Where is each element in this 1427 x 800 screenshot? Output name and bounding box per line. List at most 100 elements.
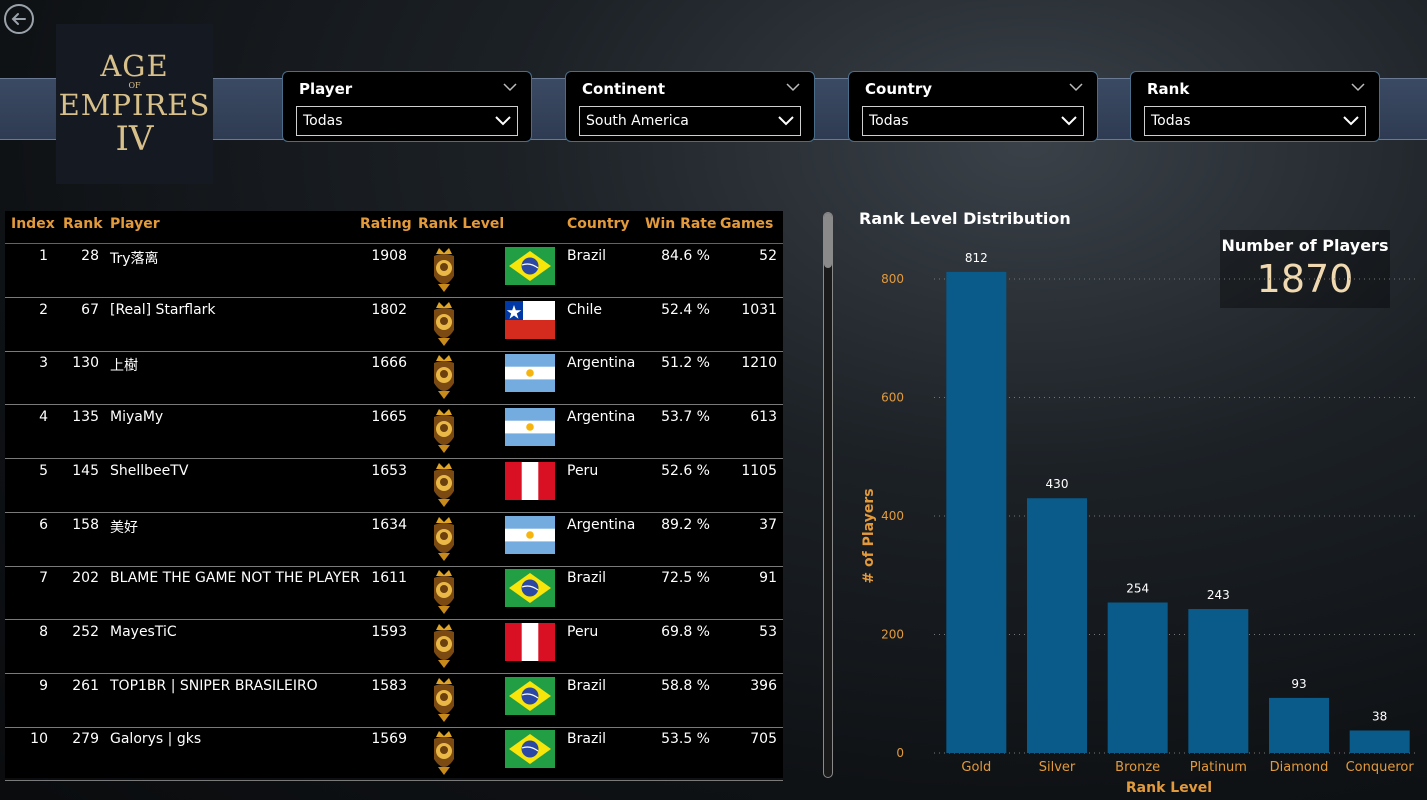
bar[interactable] <box>1188 609 1249 753</box>
bar[interactable] <box>1269 697 1329 753</box>
cell-rating: 1611 <box>371 570 407 587</box>
table-row[interactable]: 5 145 ShellbeeTV 1653 Peru 52.6 % 1105 <box>5 459 783 513</box>
cell-index: 10 <box>30 731 48 748</box>
data-label: 243 <box>1207 588 1230 602</box>
x-tick-label: Silver <box>1039 760 1076 775</box>
cell-player: 上樹 <box>110 358 138 375</box>
col-rank[interactable]: Rank <box>63 216 103 232</box>
x-tick-label: Platinum <box>1190 760 1247 775</box>
cell-rating: 1653 <box>371 462 407 479</box>
cell-index: 7 <box>39 570 48 587</box>
flag-brazil-icon <box>505 247 555 285</box>
cell-games: 37 <box>759 516 777 533</box>
cell-index: 9 <box>39 677 48 694</box>
cell-player: MayesTiC <box>110 623 177 640</box>
cell-games: 52 <box>759 248 777 264</box>
data-label: 430 <box>1046 477 1069 491</box>
flag-chile-icon <box>505 300 555 339</box>
cell-win-rate: 69.8 % <box>661 623 710 640</box>
cell-games: 613 <box>750 409 777 426</box>
bar[interactable] <box>1107 602 1168 753</box>
y-tick-label: 0 <box>896 746 904 760</box>
rank-level-icon <box>430 676 458 724</box>
bar[interactable] <box>1349 730 1410 753</box>
col-index[interactable]: Index <box>11 216 55 232</box>
flag-peru-icon <box>505 461 555 500</box>
cell-player: TOP1BR | SNIPER BRASILEIRO <box>110 677 318 694</box>
chevron-down-icon[interactable] <box>503 82 517 92</box>
flag-argentina-icon <box>505 515 555 554</box>
table-row[interactable]: 8 252 MayesTiC 1593 Peru 69.8 % 53 <box>5 620 783 674</box>
cell-country: Argentina <box>567 516 636 533</box>
chevron-down-icon <box>495 116 511 126</box>
data-label: 93 <box>1291 677 1306 691</box>
cell-rating: 1569 <box>371 731 407 748</box>
data-label: 812 <box>965 251 988 265</box>
rank-level-icon <box>430 246 458 294</box>
data-label: 254 <box>1126 582 1149 596</box>
rank-dropdown[interactable]: Todas <box>1144 106 1366 136</box>
rank-level-chart: 0 200 400 600 800 812 Gold 430 Silver 254 Bronze 24… <box>861 251 1418 796</box>
continent-filter: Continent South America <box>565 71 815 142</box>
cell-rating: 1665 <box>371 409 407 426</box>
back-button[interactable] <box>4 4 34 34</box>
cell-index: 3 <box>39 355 48 372</box>
table-row[interactable]: 6 158 美好 1634 Argentina 89.2 % 37 <box>5 513 783 567</box>
player-dropdown-value: Todas <box>303 113 343 129</box>
cell-rank: 145 <box>72 462 99 479</box>
y-axis-title: # of Players <box>861 488 877 583</box>
data-label: 38 <box>1372 709 1387 723</box>
table-row[interactable]: 3 130 上樹 1666 Argentina 51.2 % 1210 <box>5 351 783 406</box>
table-row[interactable]: 7 202 BLAME THE GAME NOT THE PLAYER 1611 Bra… <box>5 566 783 621</box>
x-tick-label: Bronze <box>1115 760 1160 775</box>
cell-index: 6 <box>39 516 48 533</box>
country-dropdown[interactable]: Todas <box>862 106 1084 136</box>
cell-country: Peru <box>567 623 599 640</box>
cell-player: Try落离 <box>110 251 159 267</box>
cell-index: 8 <box>39 623 48 640</box>
chevron-down-icon[interactable] <box>786 82 800 92</box>
cell-rating: 1634 <box>371 516 407 533</box>
y-tick-label: 400 <box>881 509 904 523</box>
leaderboard-table: Index Rank Player Rating Rank Level Coun… <box>5 211 783 782</box>
bar[interactable] <box>1027 498 1087 753</box>
flag-argentina-icon <box>505 408 555 447</box>
col-games[interactable]: Games <box>720 216 773 232</box>
cell-rank: 135 <box>72 409 99 426</box>
cell-win-rate: 58.8 % <box>661 677 710 694</box>
col-rating[interactable]: Rating <box>360 216 412 232</box>
rank-level-icon <box>430 622 458 670</box>
cell-country: Brazil <box>567 731 607 748</box>
col-win-rate[interactable]: Win Rate <box>645 216 717 232</box>
table-row[interactable]: 2 67 [Real] Starflark 1802 Chile 52.4 % 1031 <box>5 298 783 352</box>
cell-player: Galorys | gks <box>110 731 202 748</box>
cell-rating: 1908 <box>371 248 407 264</box>
cell-games: 1031 <box>741 301 777 318</box>
col-rank-level[interactable]: Rank Level <box>418 216 504 232</box>
table-header: Index Rank Player Rating Rank Level Coun… <box>5 211 783 244</box>
col-country[interactable]: Country <box>567 216 630 232</box>
table-row[interactable]: 4 135 MiyaMy 1665 Argentina 53.7 % 613 <box>5 405 783 460</box>
chart-title: Rank Level Distribution <box>859 209 1071 228</box>
chevron-down-icon[interactable] <box>1069 82 1083 92</box>
rank-level-icon <box>430 729 458 777</box>
table-row[interactable]: 9 261 TOP1BR | SNIPER BRASILEIRO 1583 Brazil… <box>5 674 783 728</box>
continent-dropdown[interactable]: South America <box>579 106 801 136</box>
arrow-left-icon <box>11 13 26 25</box>
cell-games: 1105 <box>741 462 777 479</box>
player-dropdown[interactable]: Todas <box>296 106 518 136</box>
table-row[interactable]: 1 28 Try落离 1908 Brazil 84.6 % 52 <box>5 244 783 298</box>
y-tick-label: 600 <box>881 391 904 405</box>
cell-rank: 28 <box>81 248 99 264</box>
col-player[interactable]: Player <box>110 216 160 232</box>
table-row[interactable]: 10 279 Galorys | gks 1569 Brazil 53.5 % 705 <box>5 727 783 782</box>
cell-player: MiyaMy <box>110 409 164 426</box>
bar[interactable] <box>946 271 1007 753</box>
flag-brazil-icon <box>505 569 555 608</box>
y-tick-label: 200 <box>881 628 904 642</box>
cell-rating: 1666 <box>371 355 407 372</box>
cell-index: 2 <box>39 301 48 318</box>
cell-country: Argentina <box>567 355 636 372</box>
player-filter: Player Todas <box>282 71 532 142</box>
chevron-down-icon[interactable] <box>1351 82 1365 92</box>
